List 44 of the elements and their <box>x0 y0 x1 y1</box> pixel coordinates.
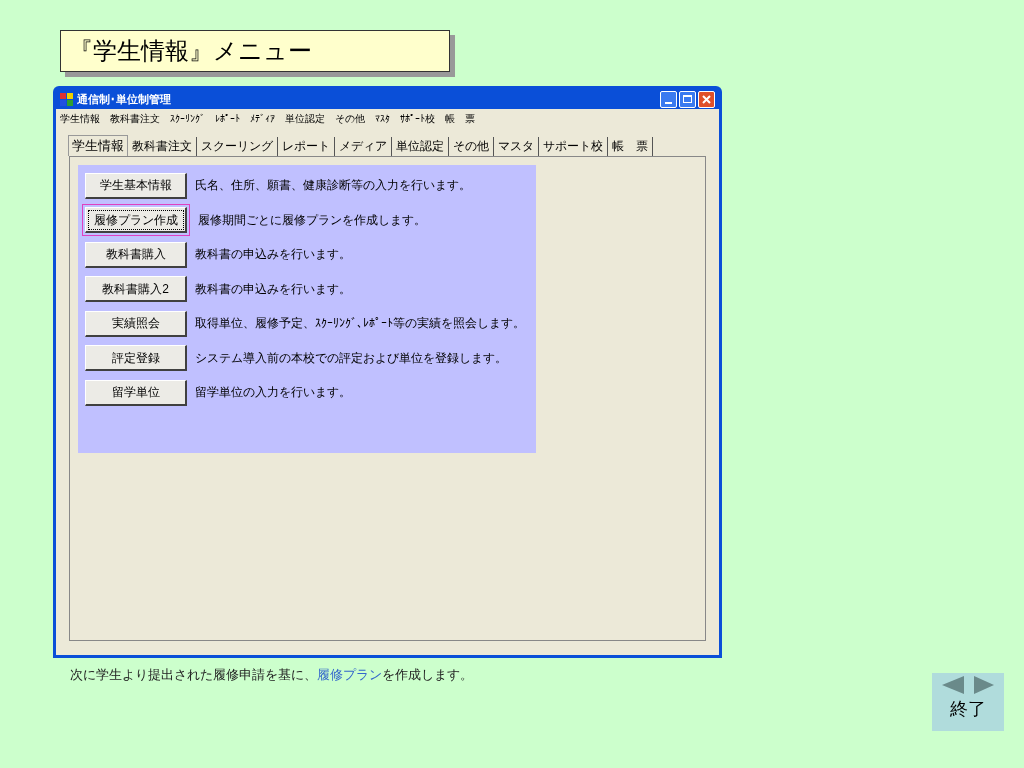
menu-item[interactable]: 帳 票 <box>445 110 475 126</box>
tab[interactable]: メディア <box>335 137 392 156</box>
tab[interactable]: 教科書注文 <box>128 137 197 156</box>
caption: 次に学生より提出された履修申請を基に、履修プランを作成します。 <box>70 666 474 684</box>
button-description: 教科書の申込みを行います。 <box>195 246 351 264</box>
menu-button[interactable]: 学生基本情報 <box>85 172 187 199</box>
app-icon <box>60 92 73 106</box>
menu-item[interactable]: ﾏｽﾀ <box>375 110 390 126</box>
menu-item[interactable]: 教科書注文 <box>110 110 160 126</box>
tab[interactable]: 単位認定 <box>392 137 449 156</box>
tab[interactable]: スクーリング <box>197 137 278 156</box>
menu-item[interactable]: 学生情報 <box>60 110 100 126</box>
button-description: システム導入前の本校での評定および単位を登録します。 <box>195 349 507 367</box>
close-button[interactable] <box>698 90 715 108</box>
button-description: 教科書の申込みを行います。 <box>195 280 351 298</box>
minimize-button[interactable] <box>660 90 677 108</box>
plan-link[interactable]: 履修プラン <box>317 667 382 682</box>
menu-item[interactable]: ﾒﾃﾞｨｱ <box>250 110 275 126</box>
button-description: 履修期間ごとに履修プランを作成します。 <box>198 211 426 229</box>
tab[interactable]: 帳 票 <box>608 137 653 156</box>
menu-item[interactable]: ﾚﾎﾟｰﾄ <box>215 110 240 126</box>
tab[interactable]: レポート <box>278 137 335 156</box>
next-icon[interactable] <box>974 676 994 694</box>
menu-item[interactable]: その他 <box>335 110 365 126</box>
menu-button[interactable]: 実績照会 <box>85 310 187 337</box>
close-icon <box>702 94 711 104</box>
maximize-button[interactable] <box>679 90 696 108</box>
button-description: 留学単位の入力を行います。 <box>195 384 351 402</box>
menu-item[interactable]: ｻﾎﾟｰﾄ校 <box>400 110 435 126</box>
menu-item[interactable]: ｽｸｰﾘﾝｸﾞ <box>170 110 205 126</box>
menu-button[interactable]: 履修プラン作成 <box>85 207 187 233</box>
tab[interactable]: サポート校 <box>539 137 608 156</box>
tab[interactable]: 学生情報 <box>68 135 128 156</box>
menu-button[interactable]: 留学単位 <box>85 379 187 406</box>
tab[interactable]: マスタ <box>494 137 539 156</box>
tab[interactable]: その他 <box>449 137 494 156</box>
menu-button[interactable]: 教科書購入 <box>85 241 187 268</box>
window-title: 通信制･単位制管理 <box>77 91 171 107</box>
previous-icon[interactable] <box>942 676 964 694</box>
menu-button[interactable]: 評定登録 <box>85 345 187 371</box>
menu-button[interactable]: 教科書購入2 <box>85 276 187 302</box>
menu-item[interactable]: 単位認定 <box>285 110 325 126</box>
button-description: 氏名、住所、願書、健康診断等の入力を行います。 <box>195 177 471 195</box>
button-description: 取得単位、履修予定、ｽｸｰﾘﾝｸﾞ､ﾚﾎﾟｰﾄ等の実績を照会します。 <box>195 315 525 333</box>
